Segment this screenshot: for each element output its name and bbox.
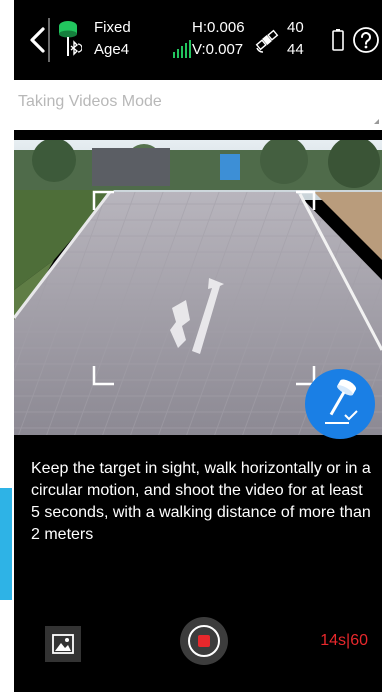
rtk-pole-button[interactable] — [305, 369, 375, 439]
satellites-visible: 44 — [287, 41, 304, 58]
gallery-button[interactable] — [45, 626, 81, 662]
record-stop-icon — [198, 635, 210, 647]
side-accent-tab — [0, 488, 12, 600]
field-corner-caret-icon — [374, 119, 379, 124]
signal-strength — [172, 40, 194, 58]
signal-bars-icon — [173, 40, 191, 58]
fix-status: Fixed — [94, 19, 131, 36]
gnss-status-bar: Fixed Age4 H:0.006 V:0.007 40 44 — [14, 0, 382, 80]
gallery-icon — [52, 634, 74, 654]
horizontal-precision: H:0.006 — [192, 19, 245, 36]
vertical-precision: V:0.007 — [192, 41, 244, 58]
help-icon — [353, 27, 379, 53]
recording-timer: 14s|60 — [320, 632, 368, 649]
bluetooth-icon — [70, 40, 79, 56]
mode-label: Taking Videos Mode — [18, 93, 162, 110]
back-button[interactable] — [24, 22, 50, 58]
app-screen: Fixed Age4 H:0.006 V:0.007 40 44 Taking … — [14, 0, 382, 692]
mode-field[interactable]: Taking Videos Mode — [14, 80, 382, 130]
battery-status — [332, 29, 344, 51]
record-stop-button[interactable] — [180, 617, 228, 665]
correction-age: Age4 — [94, 41, 130, 58]
help-button[interactable] — [352, 26, 380, 54]
gnss-receiver-icon — [59, 21, 83, 56]
satellites-tracked: 40 — [287, 19, 304, 36]
rtk-pole-icon — [325, 379, 358, 424]
satellite-icon — [255, 29, 279, 53]
satellite-status — [253, 26, 281, 54]
status-divider — [48, 18, 50, 62]
instruction-text: Keep the target in sight, walk horizonta… — [31, 460, 371, 543]
back-icon — [30, 27, 45, 53]
battery-icon — [332, 29, 344, 51]
gnss-receiver-status — [54, 20, 83, 60]
